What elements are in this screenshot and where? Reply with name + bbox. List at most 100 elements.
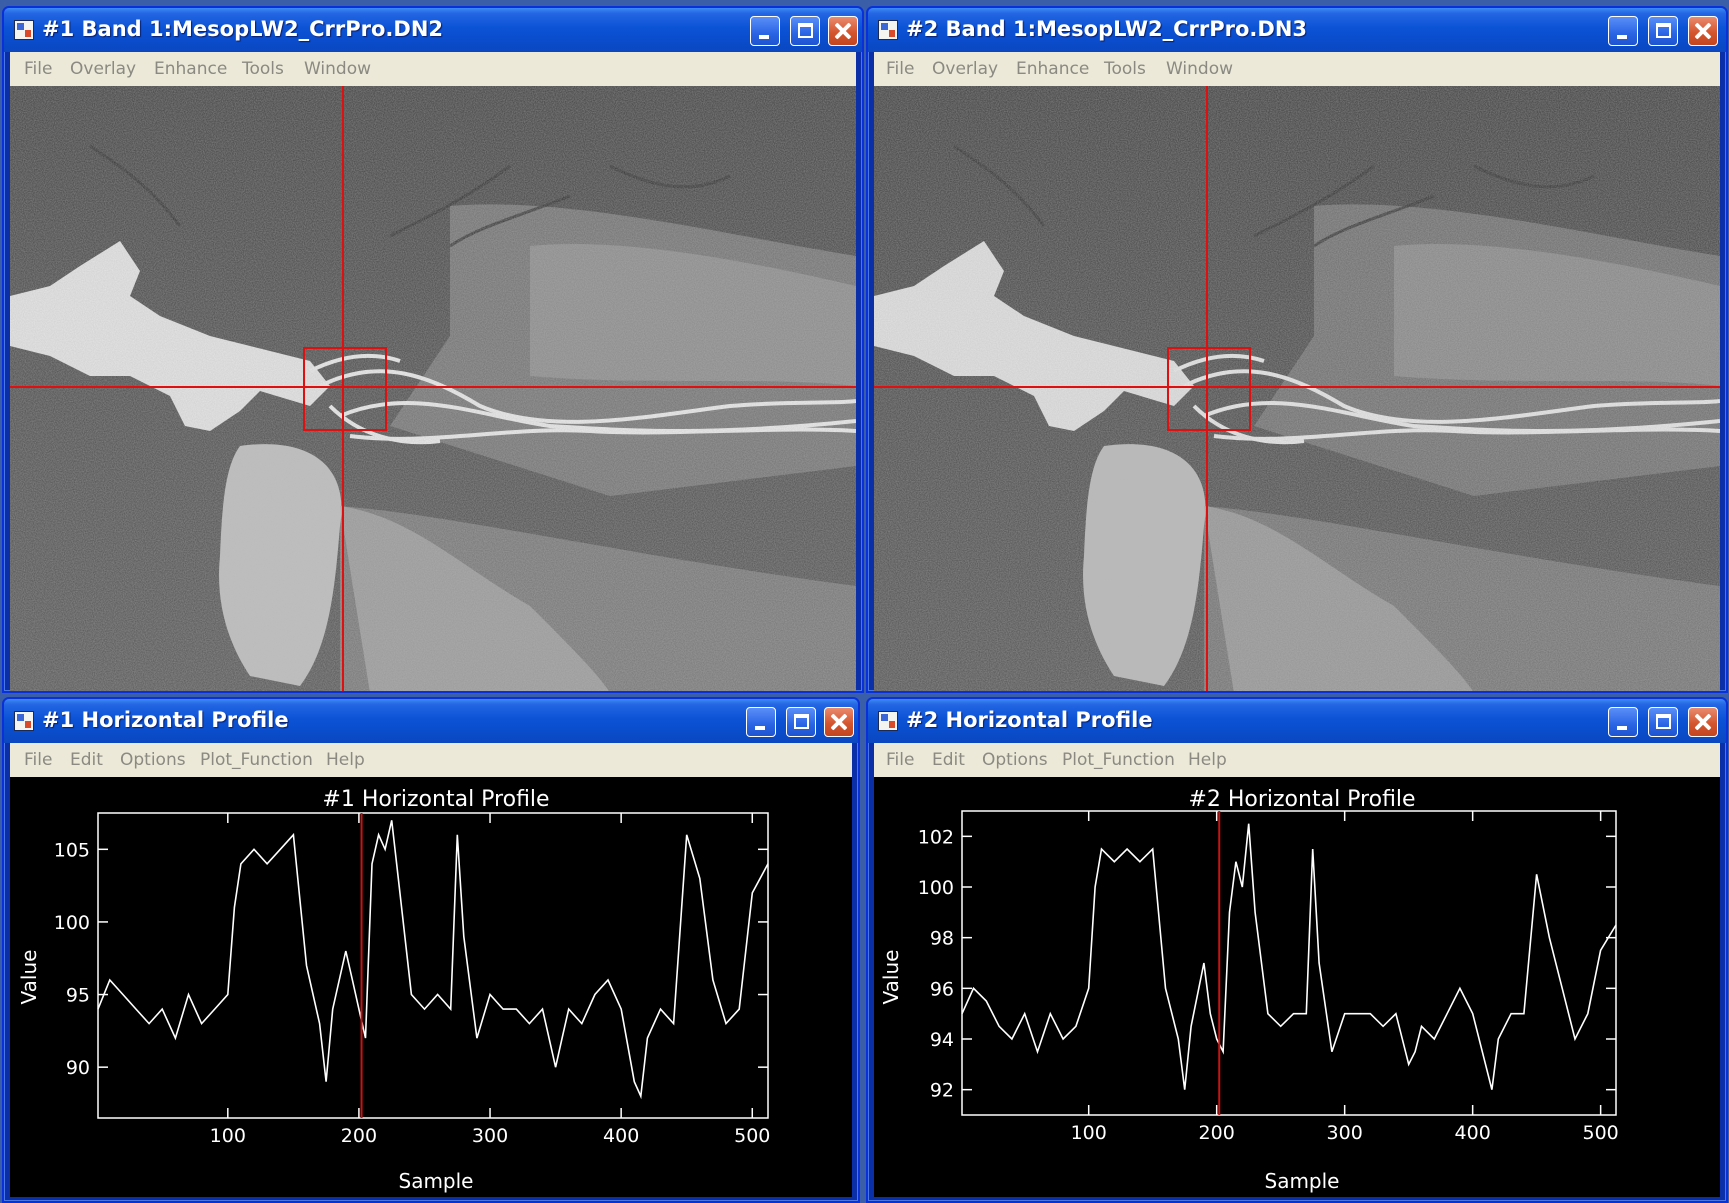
profile-chart[interactable]: #1 Horizontal Profile 100 200 300 400 500 90 9… [10,777,852,1197]
menubar: File Overlay Enhance Tools Window [874,52,1720,86]
y-tick-label: 94 [930,1029,954,1051]
minimize-icon [759,35,769,39]
minimize-button[interactable] [746,707,776,737]
menu-plot-function[interactable]: Plot_Function [1062,750,1175,770]
x-tick-label: 100 [210,1125,246,1147]
minimize-button[interactable] [1608,16,1638,46]
profile-window-2[interactable]: #2 Horizontal Profile File Edit Options … [866,697,1728,1203]
image-display[interactable] [874,86,1720,691]
profile-window-1-titlebar[interactable]: #1 Horizontal Profile [4,699,858,743]
x-tick-label: 300 [472,1125,508,1147]
app-window-icon[interactable] [878,20,898,40]
menu-help[interactable]: Help [326,750,365,770]
x-tick-label: 500 [1583,1122,1619,1144]
close-button[interactable] [824,707,854,737]
profile-series-line [97,820,769,1100]
app-window-icon[interactable] [14,20,34,40]
close-button[interactable] [1688,16,1718,46]
x-tick-label: 400 [1455,1122,1491,1144]
menu-file[interactable]: File [886,750,914,770]
x-tick-label: 100 [1071,1122,1107,1144]
y-tick-label: 96 [930,978,954,1000]
window-title: #1 Band 1:MesopLW2_CrrPro.DN2 [42,17,444,41]
profile-window-2-titlebar[interactable]: #2 Horizontal Profile [868,699,1726,743]
menubar: File Overlay Enhance Tools Window [10,52,856,86]
minimize-icon [1617,35,1627,39]
chart-title: #1 Horizontal Profile [322,787,549,812]
close-icon [1689,17,1717,45]
close-icon [1689,708,1717,736]
maximize-icon [798,23,813,38]
image-window-2[interactable]: #2 Band 1:MesopLW2_CrrPro.DN3 File Overl… [866,6,1728,693]
satellite-image[interactable] [874,86,1720,691]
menu-overlay[interactable]: Overlay [70,59,136,79]
x-tick-label: 200 [1199,1122,1235,1144]
menubar: File Edit Options Plot_Function Help [10,743,852,777]
minimize-icon [755,726,765,730]
menu-file[interactable]: File [24,750,52,770]
x-tick-label: 400 [603,1125,639,1147]
y-tick-label: 100 [918,877,954,899]
maximize-icon [1656,714,1671,729]
minimize-icon [1617,726,1627,730]
y-tick-label: 95 [66,985,90,1007]
maximize-button[interactable] [1648,16,1678,46]
menu-file[interactable]: File [24,59,52,79]
menu-options[interactable]: Options [982,750,1048,770]
menubar: File Edit Options Plot_Function Help [874,743,1720,777]
menu-enhance[interactable]: Enhance [154,59,227,79]
y-tick-label: 98 [930,928,954,950]
menu-plot-function[interactable]: Plot_Function [200,750,313,770]
window-title: #2 Horizontal Profile [906,708,1153,732]
minimize-button[interactable] [750,16,780,46]
maximize-icon [794,714,809,729]
close-button[interactable] [828,16,858,46]
plot-area[interactable]: #2 Horizontal Profile 100 200 300 400 500 92 9… [874,777,1720,1197]
image-window-1-titlebar[interactable]: #1 Band 1:MesopLW2_CrrPro.DN2 [4,8,862,52]
menu-edit[interactable]: Edit [70,750,103,770]
menu-overlay[interactable]: Overlay [932,59,998,79]
plot-frame [961,810,1617,1116]
menu-edit[interactable]: Edit [932,750,965,770]
maximize-icon [1656,23,1671,38]
plot-area[interactable]: #1 Horizontal Profile 100 200 300 400 500 90 9… [10,777,852,1197]
y-tick-label: 90 [66,1057,90,1079]
y-tick-label: 100 [54,912,90,934]
maximize-button[interactable] [1648,707,1678,737]
image-window-1[interactable]: #1 Band 1:MesopLW2_CrrPro.DN2 File Overl… [2,6,864,693]
plot-frame [97,812,769,1119]
close-button[interactable] [1688,707,1718,737]
menu-tools[interactable]: Tools [1104,59,1146,79]
maximize-button[interactable] [790,16,820,46]
menu-options[interactable]: Options [120,750,186,770]
x-axis-label: Sample [1265,1169,1340,1193]
y-tick-label: 92 [930,1080,954,1102]
y-tick-label: 105 [54,839,90,861]
menu-enhance[interactable]: Enhance [1016,59,1089,79]
app-window-icon[interactable] [878,711,898,731]
menu-tools[interactable]: Tools [242,59,284,79]
minimize-button[interactable] [1608,707,1638,737]
app-window-icon[interactable] [14,711,34,731]
satellite-image[interactable] [10,86,856,691]
image-display[interactable] [10,86,856,691]
menu-window[interactable]: Window [304,59,371,79]
menu-file[interactable]: File [886,59,914,79]
y-axis-label: Value [17,950,41,1005]
maximize-button[interactable] [786,707,816,737]
x-tick-label: 500 [734,1125,770,1147]
close-icon [825,708,853,736]
profile-window-1[interactable]: #1 Horizontal Profile File Edit Options … [2,697,860,1203]
menu-window[interactable]: Window [1166,59,1233,79]
x-tick-label: 300 [1327,1122,1363,1144]
x-tick-label: 200 [341,1125,377,1147]
menu-help[interactable]: Help [1188,750,1227,770]
chart-title: #2 Horizontal Profile [1188,787,1415,812]
image-window-2-titlebar[interactable]: #2 Band 1:MesopLW2_CrrPro.DN3 [868,8,1726,52]
y-tick-label: 102 [918,826,954,848]
y-axis-label: Value [879,950,903,1005]
x-axis-label: Sample [399,1169,474,1193]
profile-chart[interactable]: #2 Horizontal Profile 100 200 300 400 500 92 9… [874,777,1720,1197]
window-title: #1 Horizontal Profile [42,708,289,732]
window-title: #2 Band 1:MesopLW2_CrrPro.DN3 [906,17,1308,41]
